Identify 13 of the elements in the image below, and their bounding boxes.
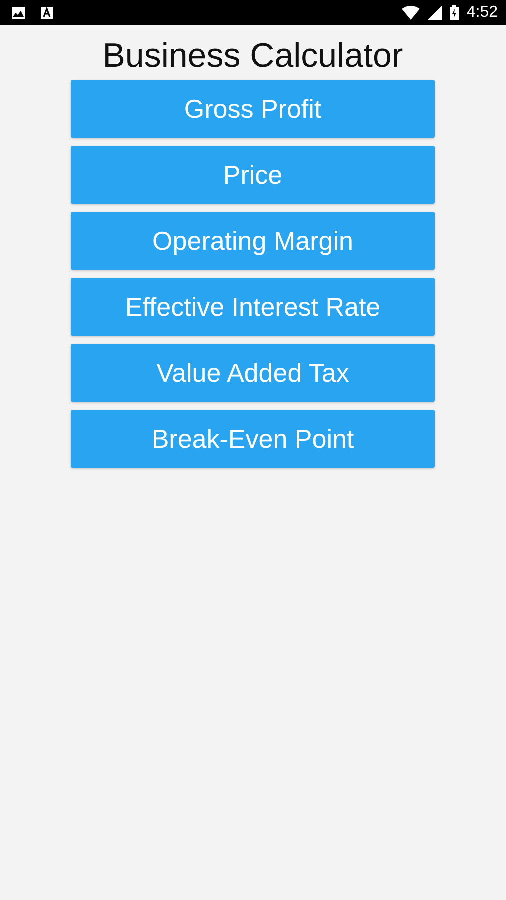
app-title: Business Calculator (102, 37, 404, 76)
calculator-button[interactable]: Value Added Tax (71, 344, 435, 402)
clock-time: 4:52 (466, 4, 498, 20)
calculator-button[interactable]: Break-Even Point (71, 410, 435, 468)
battery-icon (450, 5, 459, 20)
text-icon (41, 6, 53, 18)
wifi-icon (402, 6, 420, 20)
image-icon (12, 6, 25, 18)
calculator-button[interactable]: Gross Profit (71, 80, 435, 138)
calculator-button[interactable]: Effective Interest Rate (71, 278, 435, 336)
signal-icon (428, 6, 442, 20)
calculator-button[interactable]: Operating Margin (71, 212, 435, 270)
calculator-button[interactable]: Price (71, 146, 435, 204)
